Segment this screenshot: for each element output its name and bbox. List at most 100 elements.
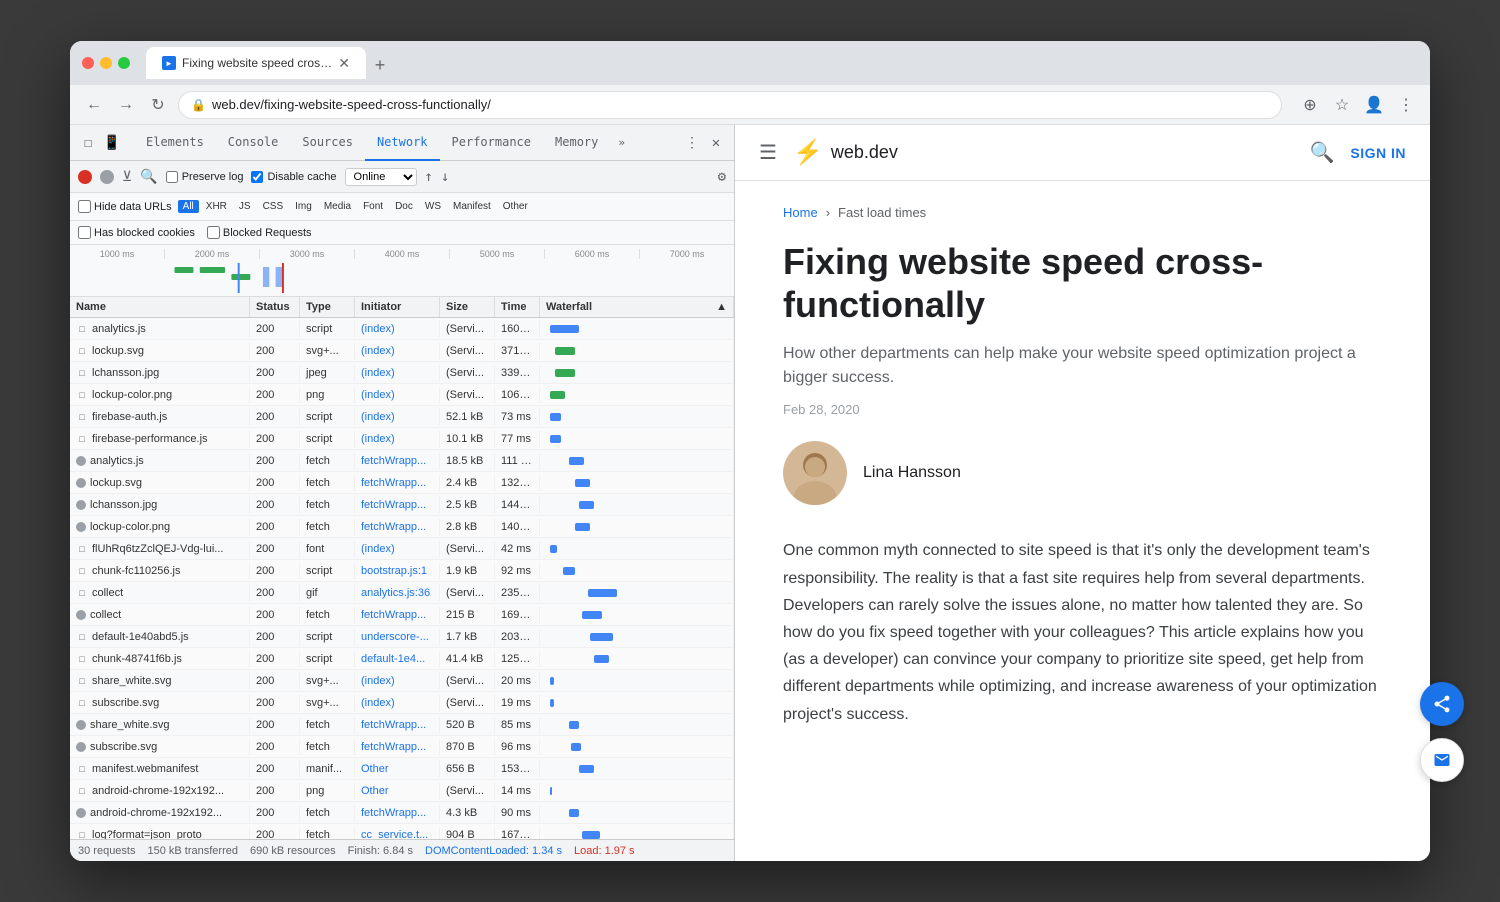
table-row[interactable]: analytics.js 200 fetch fetchWrapp... 18.… (70, 450, 734, 472)
tab-console[interactable]: Console (216, 125, 291, 161)
preserve-log-label[interactable]: Preserve log (166, 171, 244, 183)
minimize-button[interactable] (100, 57, 112, 69)
filter-font[interactable]: Font (358, 200, 388, 213)
table-row[interactable]: □firebase-auth.js 200 script (index) 52.… (70, 406, 734, 428)
col-name[interactable]: Name (70, 297, 250, 317)
filter-css[interactable]: CSS (258, 200, 289, 213)
col-type[interactable]: Type (300, 297, 355, 317)
table-row[interactable]: □chunk-48741f6b.js 200 script default-1e… (70, 648, 734, 670)
table-row[interactable]: □manifest.webmanifest 200 manif... Other… (70, 758, 734, 780)
table-row[interactable]: lockup.svg 200 fetch fetchWrapp... 2.4 k… (70, 472, 734, 494)
blocked-requests-checkbox[interactable] (207, 226, 220, 239)
filter-all[interactable]: All (178, 200, 199, 213)
table-row[interactable]: android-chrome-192x192... 200 fetch fetc… (70, 802, 734, 824)
tab-performance[interactable]: Performance (440, 125, 543, 161)
browser-tab[interactable]: ► Fixing website speed cross-fu... ✕ (146, 47, 366, 79)
filter-icon[interactable]: ⊻ (122, 169, 132, 185)
table-row[interactable]: subscribe.svg 200 fetch fetchWrapp... 87… (70, 736, 734, 758)
col-time[interactable]: Time (495, 297, 540, 317)
upload-icon[interactable]: ↑ (425, 169, 433, 185)
cell-name: □subscribe.svg (70, 695, 250, 711)
breadcrumb-home[interactable]: Home (783, 205, 818, 220)
network-table: Name Status Type Initiator Size Time Wat… (70, 297, 734, 839)
table-row[interactable]: lockup-color.png 200 fetch fetchWrapp...… (70, 516, 734, 538)
filter-other[interactable]: Other (498, 200, 533, 213)
tab-memory[interactable]: Memory (543, 125, 610, 161)
site-search-icon[interactable]: 🔍 (1309, 140, 1334, 165)
table-row[interactable]: □lchansson.jpg 200 jpeg (index) (Servi..… (70, 362, 734, 384)
tab-close-button[interactable]: ✕ (338, 56, 350, 70)
sign-in-button[interactable]: SIGN IN (1350, 145, 1406, 161)
table-row[interactable]: □lockup.svg 200 svg+... (index) (Servi..… (70, 340, 734, 362)
inspect-icon[interactable]: ☐ (78, 133, 98, 153)
blocked-requests-label[interactable]: Blocked Requests (207, 226, 312, 239)
finish-time: Finish: 6.84 s (348, 845, 413, 857)
record-button[interactable] (78, 170, 92, 184)
disable-cache-checkbox[interactable] (251, 171, 263, 183)
search-icon[interactable]: 🔍 (140, 169, 157, 185)
table-row[interactable]: □default-1e40abd5.js 200 script undersco… (70, 626, 734, 648)
table-row[interactable]: □log?format=json_proto 200 fetch cc_serv… (70, 824, 734, 839)
filter-media[interactable]: Media (319, 200, 356, 213)
col-waterfall[interactable]: Waterfall ▲ (540, 297, 734, 317)
waterfall-bar (575, 479, 590, 487)
table-row[interactable]: □flUhRq6tzZclQEJ-Vdg-lui... 200 font (in… (70, 538, 734, 560)
table-row[interactable]: share_white.svg 200 fetch fetchWrapp... … (70, 714, 734, 736)
menu-icon[interactable]: ⋮ (1394, 93, 1418, 117)
forward-button[interactable]: → (114, 93, 138, 117)
has-blocked-cookies-label[interactable]: Has blocked cookies (78, 226, 195, 239)
devtools-close-icon[interactable]: ✕ (706, 133, 726, 153)
preserve-log-checkbox[interactable] (166, 171, 178, 183)
col-initiator[interactable]: Initiator (355, 297, 440, 317)
reload-button[interactable]: ↻ (146, 93, 170, 117)
email-fab[interactable] (1420, 738, 1430, 782)
table-row[interactable]: □share_white.svg 200 svg+... (index) (Se… (70, 670, 734, 692)
logo-text: web.dev (831, 142, 898, 163)
cell-size: (Servi... (440, 343, 495, 359)
filter-manifest[interactable]: Manifest (448, 200, 496, 213)
settings-icon[interactable]: ⚙ (718, 169, 726, 185)
table-row[interactable]: lchansson.jpg 200 fetch fetchWrapp... 2.… (70, 494, 734, 516)
account-icon[interactable]: 👤 (1362, 93, 1386, 117)
disable-cache-label[interactable]: Disable cache (251, 171, 336, 183)
table-row[interactable]: □analytics.js 200 script (index) (Servi.… (70, 318, 734, 340)
devtools-menu-icon[interactable]: ⋮ (682, 133, 702, 153)
table-row[interactable]: □subscribe.svg 200 svg+... (index) (Serv… (70, 692, 734, 714)
hide-data-urls-label[interactable]: Hide data URLs (78, 200, 172, 213)
clear-button[interactable] (100, 170, 114, 184)
has-blocked-cookies-checkbox[interactable] (78, 226, 91, 239)
download-icon[interactable]: ↓ (441, 169, 449, 185)
table-row[interactable]: □collect 200 gif analytics.js:36 (Servi.… (70, 582, 734, 604)
table-row[interactable]: □android-chrome-192x192... 200 png Other… (70, 780, 734, 802)
filter-doc[interactable]: Doc (390, 200, 418, 213)
back-button[interactable]: ← (82, 93, 106, 117)
tab-elements[interactable]: Elements (134, 125, 216, 161)
maximize-button[interactable] (118, 57, 130, 69)
table-row[interactable]: □firebase-performance.js 200 script (ind… (70, 428, 734, 450)
filter-ws[interactable]: WS (420, 200, 446, 213)
tab-network[interactable]: Network (365, 125, 440, 161)
device-icon[interactable]: 📱 (102, 133, 122, 153)
throttle-select[interactable]: Online Fast 3G Slow 3G Offline (345, 168, 417, 186)
close-button[interactable] (82, 57, 94, 69)
col-size[interactable]: Size (440, 297, 495, 317)
cell-waterfall (540, 626, 734, 648)
more-tabs-button[interactable]: » (610, 136, 633, 149)
tab-bar: ► Fixing website speed cross-fu... ✕ + (146, 47, 1418, 79)
col-status[interactable]: Status (250, 297, 300, 317)
table-row[interactable]: □lockup-color.png 200 png (index) (Servi… (70, 384, 734, 406)
hamburger-icon[interactable]: ☰ (759, 140, 777, 165)
cast-icon[interactable]: ⊕ (1298, 93, 1322, 117)
tab-sources[interactable]: Sources (290, 125, 365, 161)
cell-type: svg+... (300, 695, 355, 711)
table-row[interactable]: collect 200 fetch fetchWrapp... 215 B 16… (70, 604, 734, 626)
bookmark-icon[interactable]: ☆ (1330, 93, 1354, 117)
new-tab-button[interactable]: + (366, 51, 394, 79)
share-fab[interactable] (1420, 682, 1430, 726)
address-input[interactable]: 🔒 web.dev/fixing-website-speed-cross-fun… (178, 91, 1282, 119)
filter-js[interactable]: JS (234, 200, 256, 213)
filter-xhr[interactable]: XHR (201, 200, 232, 213)
filter-img[interactable]: Img (290, 200, 317, 213)
table-row[interactable]: □chunk-fc110256.js 200 script bootstrap.… (70, 560, 734, 582)
hide-data-urls-checkbox[interactable] (78, 200, 91, 213)
